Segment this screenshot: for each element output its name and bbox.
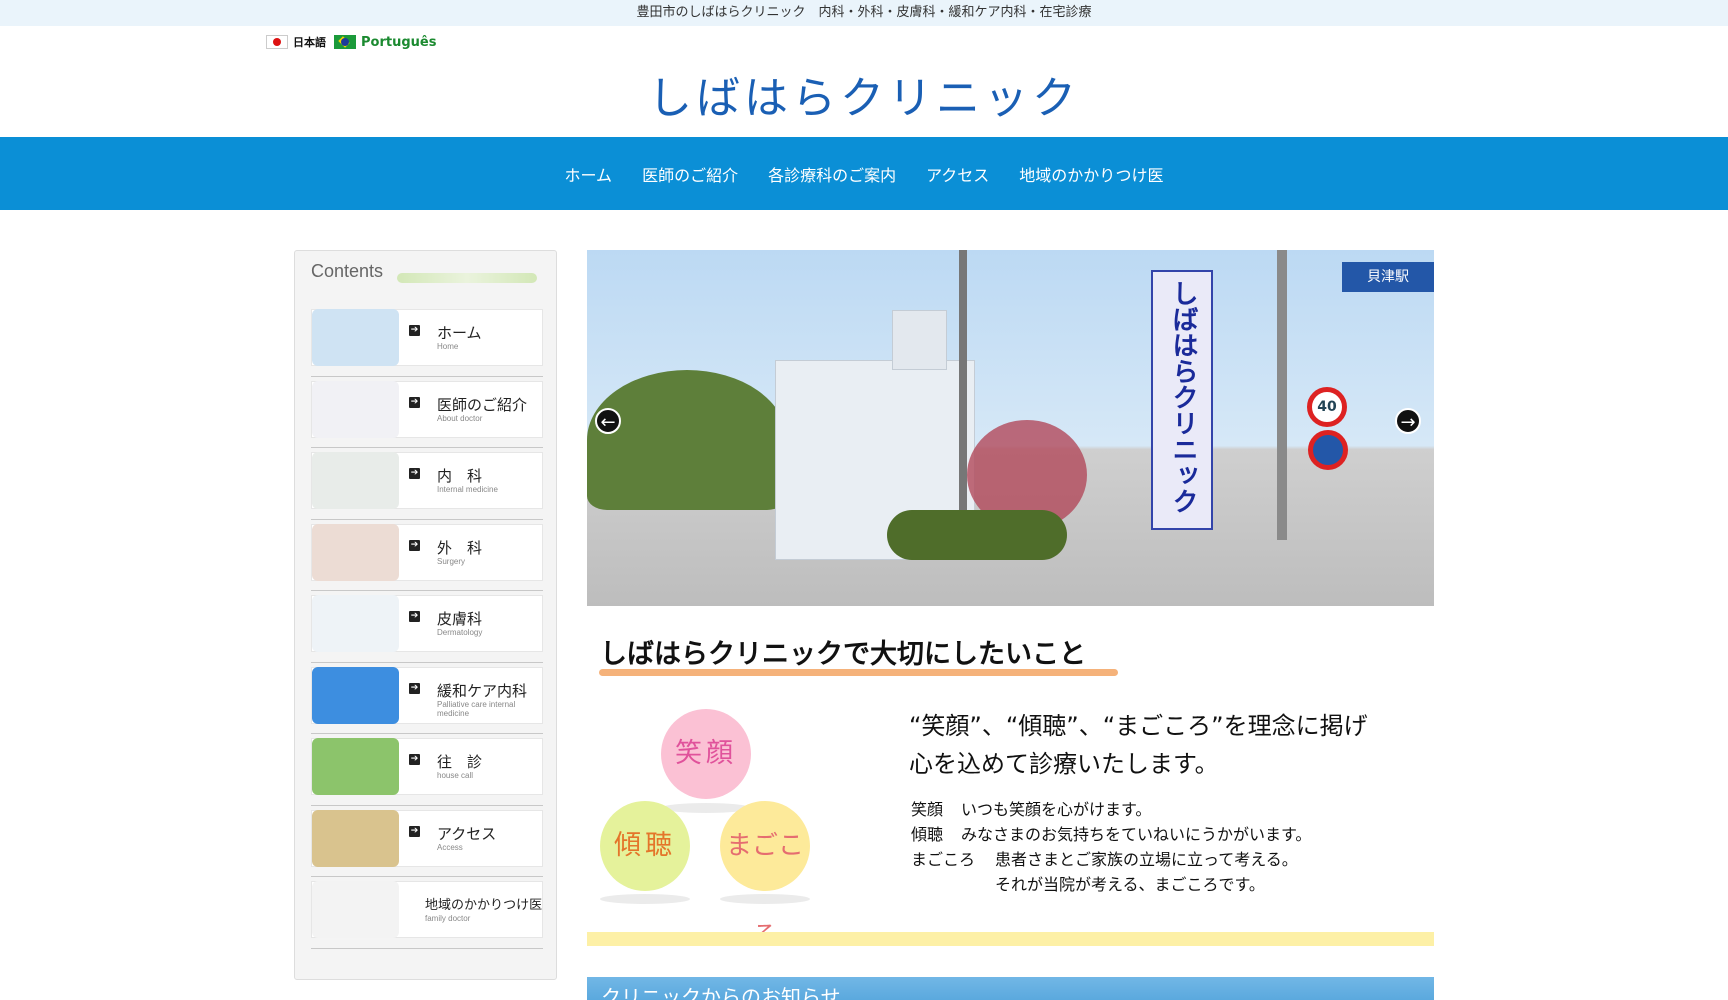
menu-thumbnail — [312, 380, 399, 438]
language-switcher: 日本語 Português — [266, 33, 436, 51]
menu-sublabel: Dermatology — [437, 628, 483, 637]
arrow-right-icon: ➔ — [409, 682, 420, 694]
no-parking-sign-icon — [1308, 430, 1348, 470]
menu-thumbnail — [312, 452, 399, 509]
principle-key: 笑顔 — [911, 800, 944, 819]
hero-trees — [587, 370, 787, 510]
menu-label: ホーム — [437, 324, 482, 342]
hero-clinic-sign-text: しばはらクリニック — [1168, 280, 1198, 514]
arrow-right-icon: ➔ — [409, 611, 420, 622]
nav-family-doctor[interactable]: 地域のかかりつけ医 — [1004, 162, 1178, 186]
sidebar-item-palliative-care[interactable]: ➔ 緩和ケア内科 Palliative care internal medici… — [311, 663, 543, 734]
hero-utility-pole — [959, 250, 967, 550]
hero-building-tower — [892, 310, 947, 370]
menu-label: 医師のご紹介 — [437, 395, 528, 414]
lang-portuguese-label: Português — [361, 34, 437, 50]
lang-japanese-link[interactable]: 日本語 — [266, 34, 326, 50]
nav-departments[interactable]: 各診療科のご案内 — [753, 162, 911, 186]
hero-shrubs — [887, 510, 1067, 560]
menu-label: 緩和ケア内科 — [437, 681, 528, 700]
circle-listening: 傾聴 — [600, 801, 690, 891]
principle-text: みなさまのお気持ちをていねいにうかがいます。 — [961, 825, 1312, 844]
motto-line-2: 心を込めて診療いたします。 — [909, 750, 1219, 778]
sidebar-item-family-doctor[interactable]: 地域のかかりつけ医 family doctor — [311, 877, 543, 949]
top-tagline-bar: 豊田市のしばはらクリニック 内科・外科・皮膚科・緩和ケア内科・在宅診療 — [0, 0, 1728, 26]
menu-label: 外 科 — [437, 538, 483, 557]
principle-key: まごころ — [911, 850, 976, 869]
principle-text: 患者さまとご家族の立場に立って考える。 — [995, 850, 1298, 869]
menu-label: 皮膚科 — [437, 610, 483, 628]
menu-sublabel: Home — [437, 342, 459, 351]
sidebar-item-doctor[interactable]: ➔ 医師のご紹介 About doctor — [311, 377, 543, 448]
menu-sublabel: family doctor — [425, 914, 471, 923]
sidebar-item-dermatology[interactable]: ➔ 皮膚科 Dermatology — [311, 591, 543, 663]
sidebar-item-home[interactable]: ➔ ホーム Home — [311, 305, 543, 377]
nav-access[interactable]: アクセス — [911, 162, 1004, 186]
arrow-right-icon: ➔ — [409, 396, 420, 408]
menu-thumbnail — [312, 666, 399, 724]
menu-label: アクセス — [437, 824, 497, 843]
menu-label: 内 科 — [437, 467, 483, 485]
news-header: クリニックからのお知らせ — [587, 977, 1434, 1000]
top-tagline: 豊田市のしばはらクリニック 内科・外科・皮膚科・緩和ケア内科・在宅診療 — [636, 5, 1092, 20]
hero-slideshow: しばはらクリニック 貝津駅 40 ← → — [587, 250, 1434, 606]
principle-line: まごころ 患者さまとご家族の立場に立って考える。 — [911, 846, 1298, 870]
nav-doctor[interactable]: 医師のご紹介 — [627, 162, 753, 186]
sidebar-title: Contents — [311, 261, 384, 281]
arrow-right-icon: ➔ — [409, 468, 420, 479]
section-title: しばはらクリニックで大切にしたいこと — [600, 639, 1086, 670]
menu-thumbnail — [312, 523, 399, 581]
slideshow-next-button[interactable]: → — [1395, 408, 1421, 434]
menu-label: 往 診 — [437, 753, 483, 771]
brazil-flag-icon — [334, 35, 356, 49]
principle-text: それが当院が考える、まごころです。 — [995, 875, 1265, 894]
nav-home[interactable]: ホーム — [550, 162, 628, 186]
motto-line-1: “笑顔”、“傾聴”、“まごころ”を理念に掲げ — [909, 712, 1368, 740]
arrow-right-icon: ➔ — [409, 754, 420, 765]
lang-japanese-label: 日本語 — [293, 36, 326, 49]
arrow-right-icon: ➔ — [409, 825, 420, 837]
menu-sublabel: Access — [437, 842, 463, 852]
menu-thumbnail — [312, 309, 399, 366]
menu-thumbnail — [312, 881, 399, 938]
principle-line: 笑顔 いつも笑顔を心がけます。 — [911, 796, 1151, 820]
principle-text: いつも笑顔を心がけます。 — [961, 800, 1152, 819]
circle-shadow — [600, 894, 690, 904]
menu-sublabel: About doctor — [437, 413, 483, 423]
menu-sublabel: Internal medicine — [437, 485, 498, 494]
slideshow-prev-button[interactable]: ← — [595, 408, 621, 434]
arrow-right-icon: ➔ — [409, 539, 420, 551]
menu-thumbnail — [312, 809, 399, 867]
site-logo[interactable]: しばはらクリニック — [0, 62, 1728, 126]
japan-flag-icon — [266, 35, 288, 49]
contents-sidebar: Contents ➔ ホーム Home ➔ 医師のご紹介 About docto… — [294, 250, 557, 980]
menu-sublabel: Palliative care internal medicine — [437, 699, 516, 718]
sidebar-item-internal-medicine[interactable]: ➔ 内 科 Internal medicine — [311, 448, 543, 520]
principle-key: 傾聴 — [911, 825, 944, 844]
hero-station-sign: 貝津駅 — [1342, 262, 1434, 292]
principle-line: それが当院が考える、まごころです。 — [911, 871, 1265, 895]
menu-sublabel: Surgery — [437, 556, 466, 566]
menu-thumbnail — [312, 595, 399, 652]
menu-thumbnail — [312, 738, 399, 795]
menu-label: 地域のかかりつけ医 — [425, 898, 543, 913]
arrow-right-icon: ➔ — [409, 325, 420, 336]
principle-line: 傾聴 みなさまのお気持ちをていねいにうかがいます。 — [911, 821, 1311, 845]
hero-utility-pole-2 — [1277, 250, 1287, 540]
sidebar-title-decoration — [397, 273, 537, 283]
lang-portuguese-link[interactable]: Português — [334, 35, 436, 50]
sidebar-item-surgery[interactable]: ➔ 外 科 Surgery — [311, 520, 543, 591]
sidebar-menu: ➔ ホーム Home ➔ 医師のご紹介 About doctor ➔ 内 科 I… — [311, 305, 543, 949]
menu-sublabel: house call — [437, 771, 474, 780]
section-divider — [587, 932, 1434, 946]
hero-speed-limit-sign: 40 — [1307, 387, 1347, 427]
sidebar-item-access[interactable]: ➔ アクセス Access — [311, 806, 543, 877]
sidebar-item-house-call[interactable]: ➔ 往 診 house call — [311, 734, 543, 806]
main-nav: ホーム 医師のご紹介 各診療科のご案内 アクセス 地域のかかりつけ医 — [0, 137, 1728, 210]
circle-sincerity: まごころ — [720, 801, 810, 951]
circle-smile: 笑顔 — [661, 709, 751, 799]
